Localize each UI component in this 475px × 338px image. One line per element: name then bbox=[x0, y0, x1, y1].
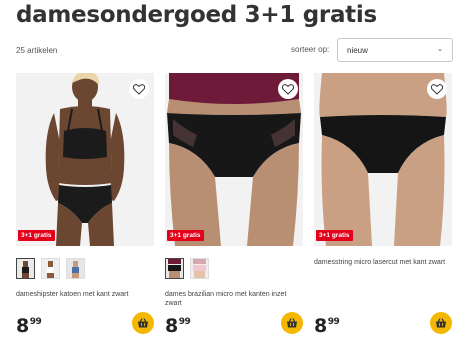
product-name[interactable]: damesstring micro lasercut met kant zwar… bbox=[314, 258, 452, 267]
promo-badge: 3+1 gratis bbox=[316, 230, 353, 241]
shopping-basket-icon bbox=[138, 318, 148, 328]
sort-dropdown[interactable]: nieuw ⌄ bbox=[337, 38, 453, 62]
product-image[interactable]: 3+1 gratis bbox=[16, 73, 154, 246]
product-price: 899 bbox=[165, 315, 191, 337]
product-price: 899 bbox=[16, 315, 42, 337]
price-cents: 99 bbox=[178, 317, 191, 327]
product-name[interactable]: dames brazilian micro met kanten inzet z… bbox=[165, 290, 303, 308]
price-cents: 99 bbox=[327, 317, 340, 327]
product-card: 3+1 gratis dameshipster katoen met kant … bbox=[16, 73, 154, 338]
sort-label: sorteer op: bbox=[291, 45, 330, 54]
shopping-basket-icon bbox=[436, 318, 446, 328]
article-count: 25 artikelen bbox=[16, 46, 58, 55]
shopping-basket-icon bbox=[287, 318, 297, 328]
promo-badge: 3+1 gratis bbox=[167, 230, 204, 241]
product-image[interactable]: 3+1 gratis bbox=[314, 73, 452, 246]
add-to-cart-button[interactable] bbox=[430, 312, 452, 334]
price-euros: 8 bbox=[16, 315, 29, 337]
chevron-down-icon: ⌄ bbox=[437, 46, 443, 53]
add-to-cart-button[interactable] bbox=[132, 312, 154, 334]
price-euros: 8 bbox=[165, 315, 178, 337]
product-name[interactable]: dameshipster katoen met kant zwart bbox=[16, 290, 154, 299]
product-price: 899 bbox=[314, 315, 340, 337]
add-to-cart-button[interactable] bbox=[281, 312, 303, 334]
swatch-blauw[interactable] bbox=[66, 258, 85, 279]
sort-value: nieuw bbox=[347, 46, 368, 55]
wishlist-heart-icon[interactable] bbox=[129, 79, 149, 99]
wishlist-heart-icon[interactable] bbox=[427, 79, 447, 99]
product-card: 3+1 gratis dames brazilian micro met kan… bbox=[165, 73, 303, 338]
swatch-zwart[interactable] bbox=[165, 258, 184, 279]
product-image[interactable]: 3+1 gratis bbox=[165, 73, 303, 246]
swatch-wit[interactable] bbox=[41, 258, 60, 279]
promo-badge: 3+1 gratis bbox=[18, 230, 55, 241]
wishlist-heart-icon[interactable] bbox=[278, 79, 298, 99]
price-cents: 99 bbox=[29, 317, 42, 327]
product-card: 3+1 gratis damesstring micro lasercut me… bbox=[314, 73, 452, 338]
swatch-zwart[interactable] bbox=[16, 258, 35, 279]
swatch-roze[interactable] bbox=[190, 258, 209, 279]
price-euros: 8 bbox=[314, 315, 327, 337]
page-title: damesondergoed 3+1 gratis bbox=[16, 2, 377, 28]
